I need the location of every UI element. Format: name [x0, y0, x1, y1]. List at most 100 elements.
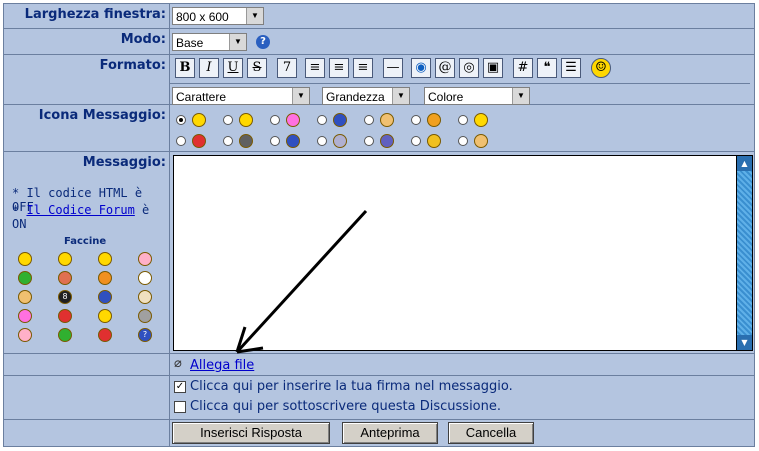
window-width-label: Larghezza finestra: — [24, 7, 166, 22]
signature-checkbox[interactable]: ✓ — [174, 381, 186, 393]
format-toolbar: B I U S 7 ≡ ≡ ≡ — ◉ @ ◎ ▣ # ❝ ☰ ☺ — [170, 55, 750, 84]
format-hr-button[interactable]: — — [383, 58, 403, 78]
trophy-icon — [474, 113, 488, 127]
submit-reply-button[interactable]: Inserisci Risposta — [172, 422, 330, 444]
smiley-sad-icon[interactable] — [98, 290, 112, 304]
format-s-button[interactable]: S — [247, 58, 267, 78]
format-7-button[interactable]: 7 — [277, 58, 297, 78]
format-image-button[interactable]: ▣ — [483, 58, 503, 78]
font-select[interactable]: Carattere ▼ — [172, 87, 310, 105]
smiley-dead-icon[interactable] — [98, 328, 112, 342]
icon-radio-surprised[interactable] — [270, 115, 280, 125]
format-u-button[interactable]: U — [223, 58, 243, 78]
icon-radio-cake[interactable] — [458, 136, 468, 146]
chevron-down-icon: ▼ — [229, 34, 246, 50]
gear-icon — [239, 134, 253, 148]
row-options: ✓ Clicca qui per inserire la tua firma n… — [4, 376, 754, 420]
chevron-down-icon: ▼ — [292, 88, 309, 104]
signature-label: Clicca qui per inserire la tua firma nel… — [190, 379, 513, 394]
star-icon — [427, 134, 441, 148]
row-attach: ⌀ Allega file — [4, 354, 754, 376]
smiley-cool-icon[interactable] — [98, 252, 112, 266]
format-quote-button[interactable]: ❝ — [537, 58, 557, 78]
preview-button[interactable]: Anteprima — [342, 422, 438, 444]
smiley-mad-icon[interactable] — [58, 309, 72, 323]
subscribe-checkbox[interactable] — [174, 401, 186, 413]
format-center-button[interactable]: ≡ — [329, 58, 349, 78]
mode-label: Modo: — [120, 32, 166, 47]
chevron-down-icon: ▼ — [246, 8, 263, 24]
row-message: Messaggio: * Il codice HTML è OFF * Il C… — [4, 152, 754, 354]
cancel-button[interactable]: Cancella — [448, 422, 534, 444]
moon-icon — [333, 134, 347, 148]
icon-radio-note[interactable] — [364, 136, 374, 146]
icon-radio-sad[interactable] — [317, 115, 327, 125]
cake-icon — [474, 134, 488, 148]
row-format: Formato: B I U S 7 ≡ ≡ ≡ — ◉ @ ◎ ▣ # ❝ ☰ ☺ Carattere ▼ Gr… — [4, 55, 754, 105]
smiley-wink-icon[interactable] — [98, 309, 112, 323]
icon-radio-gear[interactable] — [223, 136, 233, 146]
icon-radio-point[interactable] — [411, 115, 421, 125]
color-select[interactable]: Colore ▼ — [424, 87, 530, 105]
smiley-clown-icon[interactable] — [138, 290, 152, 304]
icon-radio-grin[interactable] — [223, 115, 233, 125]
chevron-down-icon: ▼ — [392, 88, 409, 104]
sad-icon — [333, 113, 347, 127]
smiley-blush-icon[interactable] — [138, 252, 152, 266]
format-list-button[interactable]: ☰ — [561, 58, 581, 78]
smiley-happy-icon[interactable] — [18, 328, 32, 342]
icon-radio-question[interactable] — [270, 136, 280, 146]
question-icon — [286, 134, 300, 148]
row-actions: Inserisci Risposta Anteprima Cancella — [4, 420, 754, 446]
smiley-sick-icon[interactable] — [58, 328, 72, 342]
format-hash-button[interactable]: # — [513, 58, 533, 78]
size-select[interactable]: Grandezza ▼ — [322, 87, 410, 105]
smiley-indifferent-icon[interactable] — [138, 309, 152, 323]
smiley-question-icon[interactable]: ? — [138, 328, 152, 342]
icon-radio-heart[interactable] — [176, 136, 186, 146]
forum-code-link[interactable]: Il Codice Forum — [26, 203, 134, 217]
help-icon[interactable]: ? — [256, 35, 270, 49]
format-label: Formato: — [99, 58, 166, 73]
smiley-big-grin-icon[interactable] — [58, 252, 72, 266]
format-cd-button[interactable]: ◎ — [459, 58, 479, 78]
smiley-smile-icon[interactable] — [18, 252, 32, 266]
note-icon — [380, 134, 394, 148]
row-window-width: Larghezza finestra: 800 x 600 ▼ — [4, 4, 754, 29]
smiley-tongue-icon[interactable] — [18, 271, 32, 285]
window-width-select[interactable]: 800 x 600 ▼ — [172, 7, 264, 25]
icon-radio-smile[interactable] — [176, 115, 186, 125]
heart-icon — [192, 134, 206, 148]
format-b-button[interactable]: B — [175, 58, 195, 78]
mode-select[interactable]: Base ▼ — [172, 33, 247, 51]
annotation-arrow — [235, 209, 368, 354]
icon-radio-trophy[interactable] — [458, 115, 468, 125]
post-form: Larghezza finestra: 800 x 600 ▼ Modo: Bas… — [3, 3, 755, 447]
smiley-angry-icon[interactable] — [98, 271, 112, 285]
subscribe-label: Clicca qui per sottoscrivere questa Disc… — [190, 399, 502, 414]
smiley-embarrassed-icon[interactable] — [18, 290, 32, 304]
smilies-title: Faccine — [64, 236, 107, 247]
format-right-button[interactable]: ≡ — [353, 58, 373, 78]
message-icon-label: Icona Messaggio: — [38, 108, 166, 123]
message-icon-picker — [170, 105, 754, 151]
smiley-evil-icon[interactable] — [58, 271, 72, 285]
icon-radio-star[interactable] — [411, 136, 421, 146]
smiley-8ball-icon[interactable]: 8 — [58, 290, 72, 304]
format-i-button[interactable]: I — [199, 58, 219, 78]
icon-radio-thumbs-up[interactable] — [364, 115, 374, 125]
chevron-down-icon: ▼ — [512, 88, 529, 104]
format-email-button[interactable]: @ — [435, 58, 455, 78]
smiley-kiss-icon[interactable] — [18, 309, 32, 323]
attach-file-link[interactable]: Allega file — [190, 358, 254, 373]
row-mode: Modo: Base ▼ ? — [4, 29, 754, 55]
point-icon — [427, 113, 441, 127]
paperclip-icon: ⌀ — [174, 356, 182, 371]
surprised-icon — [286, 113, 300, 127]
format-smile-button[interactable]: ☺ — [591, 58, 611, 78]
thumbs-up-icon — [380, 113, 394, 127]
icon-radio-moon[interactable] — [317, 136, 327, 146]
format-left-button[interactable]: ≡ — [305, 58, 325, 78]
format-globe-button[interactable]: ◉ — [411, 58, 431, 78]
smiley-shocked-icon[interactable] — [138, 271, 152, 285]
